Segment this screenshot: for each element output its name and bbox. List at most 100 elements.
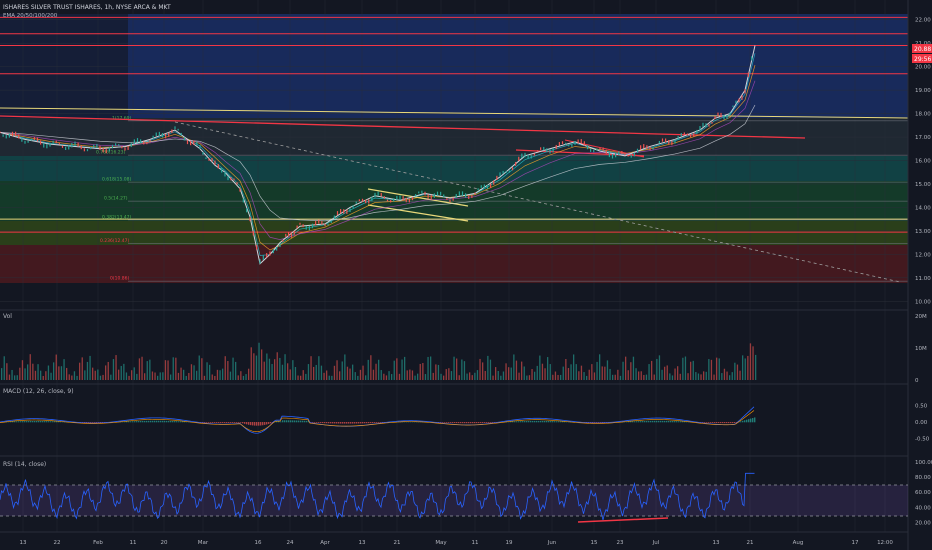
volume-bar (669, 373, 671, 380)
candle (224, 171, 226, 177)
candle (0, 131, 1, 134)
macd-histogram-bar (126, 421, 128, 423)
fib-zones (0, 14, 908, 283)
candle (242, 198, 244, 203)
volume-bar (255, 355, 258, 380)
candle (705, 123, 707, 127)
volume-bar (700, 374, 702, 380)
volume-bar (604, 366, 606, 380)
volume-bar (276, 352, 278, 380)
volume-bar (734, 362, 736, 380)
macd-histogram-bar (482, 422, 484, 423)
volume-bar (222, 368, 224, 380)
fib-zone-6 (0, 245, 908, 283)
macd-histogram-bar (164, 420, 166, 423)
candle (518, 156, 520, 162)
candle (508, 170, 510, 173)
volume-bar (617, 369, 619, 380)
candle (217, 164, 219, 169)
volume-bar (648, 364, 650, 380)
macd-histogram-bar (242, 422, 244, 424)
macd-tick-1: 0.00 (915, 420, 928, 426)
volume-bar (622, 361, 624, 380)
candle (630, 154, 632, 158)
candle (155, 132, 157, 137)
macd-histogram-bar (246, 422, 248, 425)
volume-bar (521, 361, 523, 380)
macd-histogram-bar (314, 422, 316, 423)
volume-bar (596, 361, 598, 380)
macd-histogram-bar (478, 422, 480, 424)
volume-bar (661, 369, 663, 380)
volume-bar (84, 370, 86, 380)
volume-bar (79, 362, 81, 380)
candle (477, 188, 479, 191)
fib-zone-5 (0, 221, 908, 245)
macd-histogram-bar (518, 421, 520, 423)
volume-bar (567, 368, 570, 380)
macd-histogram-bar (262, 422, 264, 426)
volume-bar (588, 369, 590, 380)
volume-bar (27, 364, 29, 380)
volume-bar (138, 358, 141, 380)
candle (5, 135, 7, 139)
volume-bar (653, 374, 655, 380)
volume-bar (354, 372, 356, 380)
macd-histogram-bar (240, 422, 242, 423)
candle (152, 135, 154, 139)
volume-bar (375, 363, 377, 380)
macd-histogram-bar (636, 421, 638, 423)
volume-bar (242, 375, 245, 380)
volume-bar (102, 374, 104, 380)
macd-histogram-bar (556, 421, 558, 423)
volume-bar (133, 367, 135, 380)
volume-bar (310, 356, 312, 380)
macd-histogram-bar (92, 422, 94, 423)
volume-bar (570, 364, 572, 380)
time-tick-8: Apr (320, 540, 330, 546)
macd-histogram-bar (590, 422, 592, 423)
macd-histogram-bar (258, 422, 260, 426)
macd-histogram-bar (492, 422, 494, 423)
volume-bar (723, 368, 726, 380)
macd-histogram-bar (142, 420, 144, 423)
macd-histogram-bar (222, 422, 224, 423)
volume-bar (609, 368, 611, 380)
time-tick-5: Mar (198, 540, 209, 546)
time-tick-16: 23 (617, 540, 624, 546)
candle (55, 140, 57, 144)
candle (643, 144, 645, 149)
macd-histogram-bar (170, 420, 172, 423)
candle (461, 191, 464, 196)
volume-bar (736, 364, 739, 380)
macd-histogram-bar (676, 421, 678, 423)
volume-bar (372, 369, 375, 380)
volume-bar (201, 358, 203, 380)
macd-histogram-bar (294, 420, 296, 423)
volume-bar (476, 370, 479, 380)
macd-histogram-bar (146, 420, 148, 423)
fib-label-0: 1(17.69) (112, 115, 132, 121)
macd-histogram-bar (380, 422, 382, 423)
candle (455, 193, 457, 198)
macd-histogram-bar (168, 420, 170, 423)
macd-histogram-bar (206, 422, 208, 423)
macd-histogram-bar (450, 422, 452, 423)
volume-bar (37, 364, 39, 380)
volume-bar (690, 361, 692, 380)
candle (252, 231, 254, 236)
volume-bar (55, 354, 57, 380)
volume-bar (81, 357, 83, 380)
candle (324, 223, 326, 227)
fib-zone-top (128, 14, 908, 118)
volume-bar (643, 374, 645, 380)
volume-bar (73, 371, 76, 380)
candle (717, 112, 719, 117)
macd-histogram-bar (268, 422, 270, 424)
macd-histogram-bar (718, 422, 720, 424)
macd-histogram-bar (476, 422, 478, 424)
chart-canvas[interactable]: 1(17.69) 0.786(16.23) 0.618(15.08) 0.5(14.2… (0, 0, 932, 550)
volume-bar (674, 368, 676, 380)
candle (96, 143, 98, 148)
macd-histogram-bar (332, 422, 334, 424)
